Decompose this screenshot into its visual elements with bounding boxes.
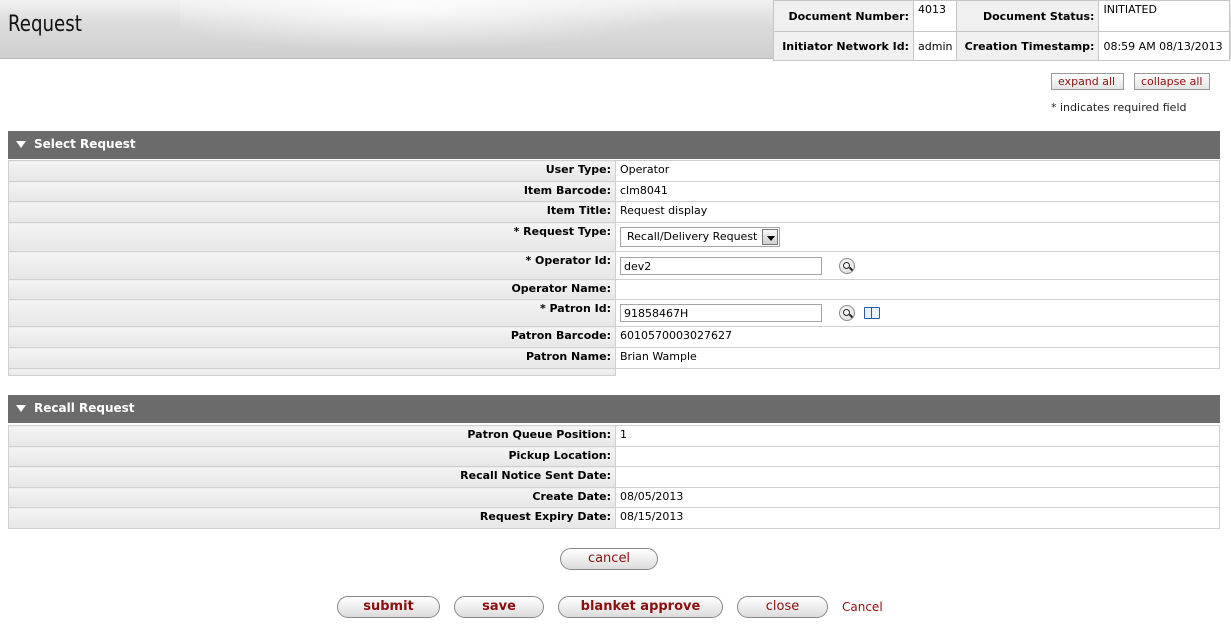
request-type-cell: Recall/Delivery Request — [615, 222, 1220, 252]
creation-timestamp-value: 08:59 AM 08/13/2013 — [1098, 31, 1231, 61]
patron-id-cell: 91858467H — [615, 299, 1220, 327]
save-button[interactable]: save — [454, 596, 544, 618]
create-date-label: Create Date: — [8, 487, 616, 508]
section-title: Recall Request — [34, 401, 135, 415]
operator-name-label: Operator Name: — [8, 279, 616, 300]
creation-timestamp-label: Creation Timestamp: — [956, 31, 1100, 61]
section-title: Select Request — [34, 137, 136, 151]
page-header: Request Document Number: 4013 Document S… — [0, 0, 1231, 61]
item-title-label: Item Title: — [8, 201, 616, 223]
pickup-location-value — [615, 446, 1220, 467]
user-type-value: Operator — [615, 160, 1220, 182]
table-spacer-value — [615, 368, 1220, 376]
required-field-note: * indicates required field — [1051, 101, 1187, 114]
request-type-select[interactable]: Recall/Delivery Request — [620, 227, 781, 247]
cancel-link[interactable]: Cancel — [842, 600, 883, 614]
expand-all-button[interactable]: expand all — [1051, 73, 1124, 90]
patron-name-value: Brian Wample — [615, 347, 1220, 369]
user-type-label: User Type: — [8, 160, 616, 182]
patron-barcode-label: Patron Barcode: — [8, 326, 616, 348]
pickup-location-label: Pickup Location: — [8, 446, 616, 467]
item-barcode-value: clm8041 — [615, 181, 1220, 202]
submit-button[interactable]: submit — [337, 596, 440, 618]
section-recall-request-header[interactable]: Recall Request — [8, 395, 1220, 423]
document-number-label: Document Number: — [773, 0, 914, 32]
expiry-date-value: 08/15/2013 — [615, 507, 1220, 529]
operator-lookup-search-icon[interactable] — [838, 257, 855, 274]
queue-position-value: 1 — [615, 425, 1220, 447]
cancel-request-button[interactable]: cancel — [560, 548, 658, 570]
operator-id-input[interactable]: dev2 — [620, 256, 822, 275]
operator-name-value — [615, 279, 1220, 300]
patron-details-book-icon[interactable] — [864, 307, 880, 319]
page-title: Request — [8, 12, 82, 37]
recall-notice-date-value — [615, 466, 1220, 488]
expiry-date-label: Request Expiry Date: — [8, 507, 616, 529]
queue-position-label: Patron Queue Position: — [8, 425, 616, 447]
dropdown-arrow-icon[interactable] — [762, 229, 779, 245]
header-decoration — [180, 0, 740, 58]
patron-id-input[interactable]: 91858467H — [620, 304, 822, 322]
table-spacer — [8, 368, 616, 376]
request-type-label: * Request Type: — [8, 222, 616, 252]
create-date-value: 08/05/2013 — [615, 487, 1220, 508]
document-status-value: INITIATED — [1098, 0, 1231, 32]
collapse-triangle-icon[interactable] — [16, 141, 26, 148]
blanket-approve-button[interactable]: blanket approve — [558, 596, 723, 618]
request-type-selected: Recall/Delivery Request — [627, 230, 758, 243]
select-request-table: User Type: Operator Item Barcode: clm804… — [8, 160, 1220, 376]
patron-lookup-search-icon[interactable] — [838, 305, 855, 321]
recall-notice-date-label: Recall Notice Sent Date: — [8, 466, 616, 488]
item-barcode-label: Item Barcode: — [8, 181, 616, 202]
document-info: Document Number: 4013 Document Status: I… — [773, 0, 1231, 61]
close-button[interactable]: close — [737, 596, 828, 618]
operator-id-cell: dev2 — [615, 251, 1220, 280]
document-number-value: 4013 — [912, 0, 958, 32]
collapse-all-button[interactable]: collapse all — [1134, 73, 1210, 90]
recall-request-table: Patron Queue Position: 1 Pickup Location… — [8, 425, 1220, 529]
item-title-value: Request display — [615, 201, 1220, 223]
initiator-value: admin — [912, 31, 958, 61]
initiator-label: Initiator Network Id: — [773, 31, 914, 61]
operator-id-label: * Operator Id: — [8, 251, 616, 280]
section-select-request-header[interactable]: Select Request — [8, 131, 1220, 159]
patron-id-label: * Patron Id: — [8, 299, 616, 327]
patron-name-label: Patron Name: — [8, 347, 616, 369]
document-status-label: Document Status: — [956, 0, 1100, 32]
patron-barcode-value: 6010570003027627 — [615, 326, 1220, 348]
collapse-triangle-icon[interactable] — [16, 405, 26, 412]
